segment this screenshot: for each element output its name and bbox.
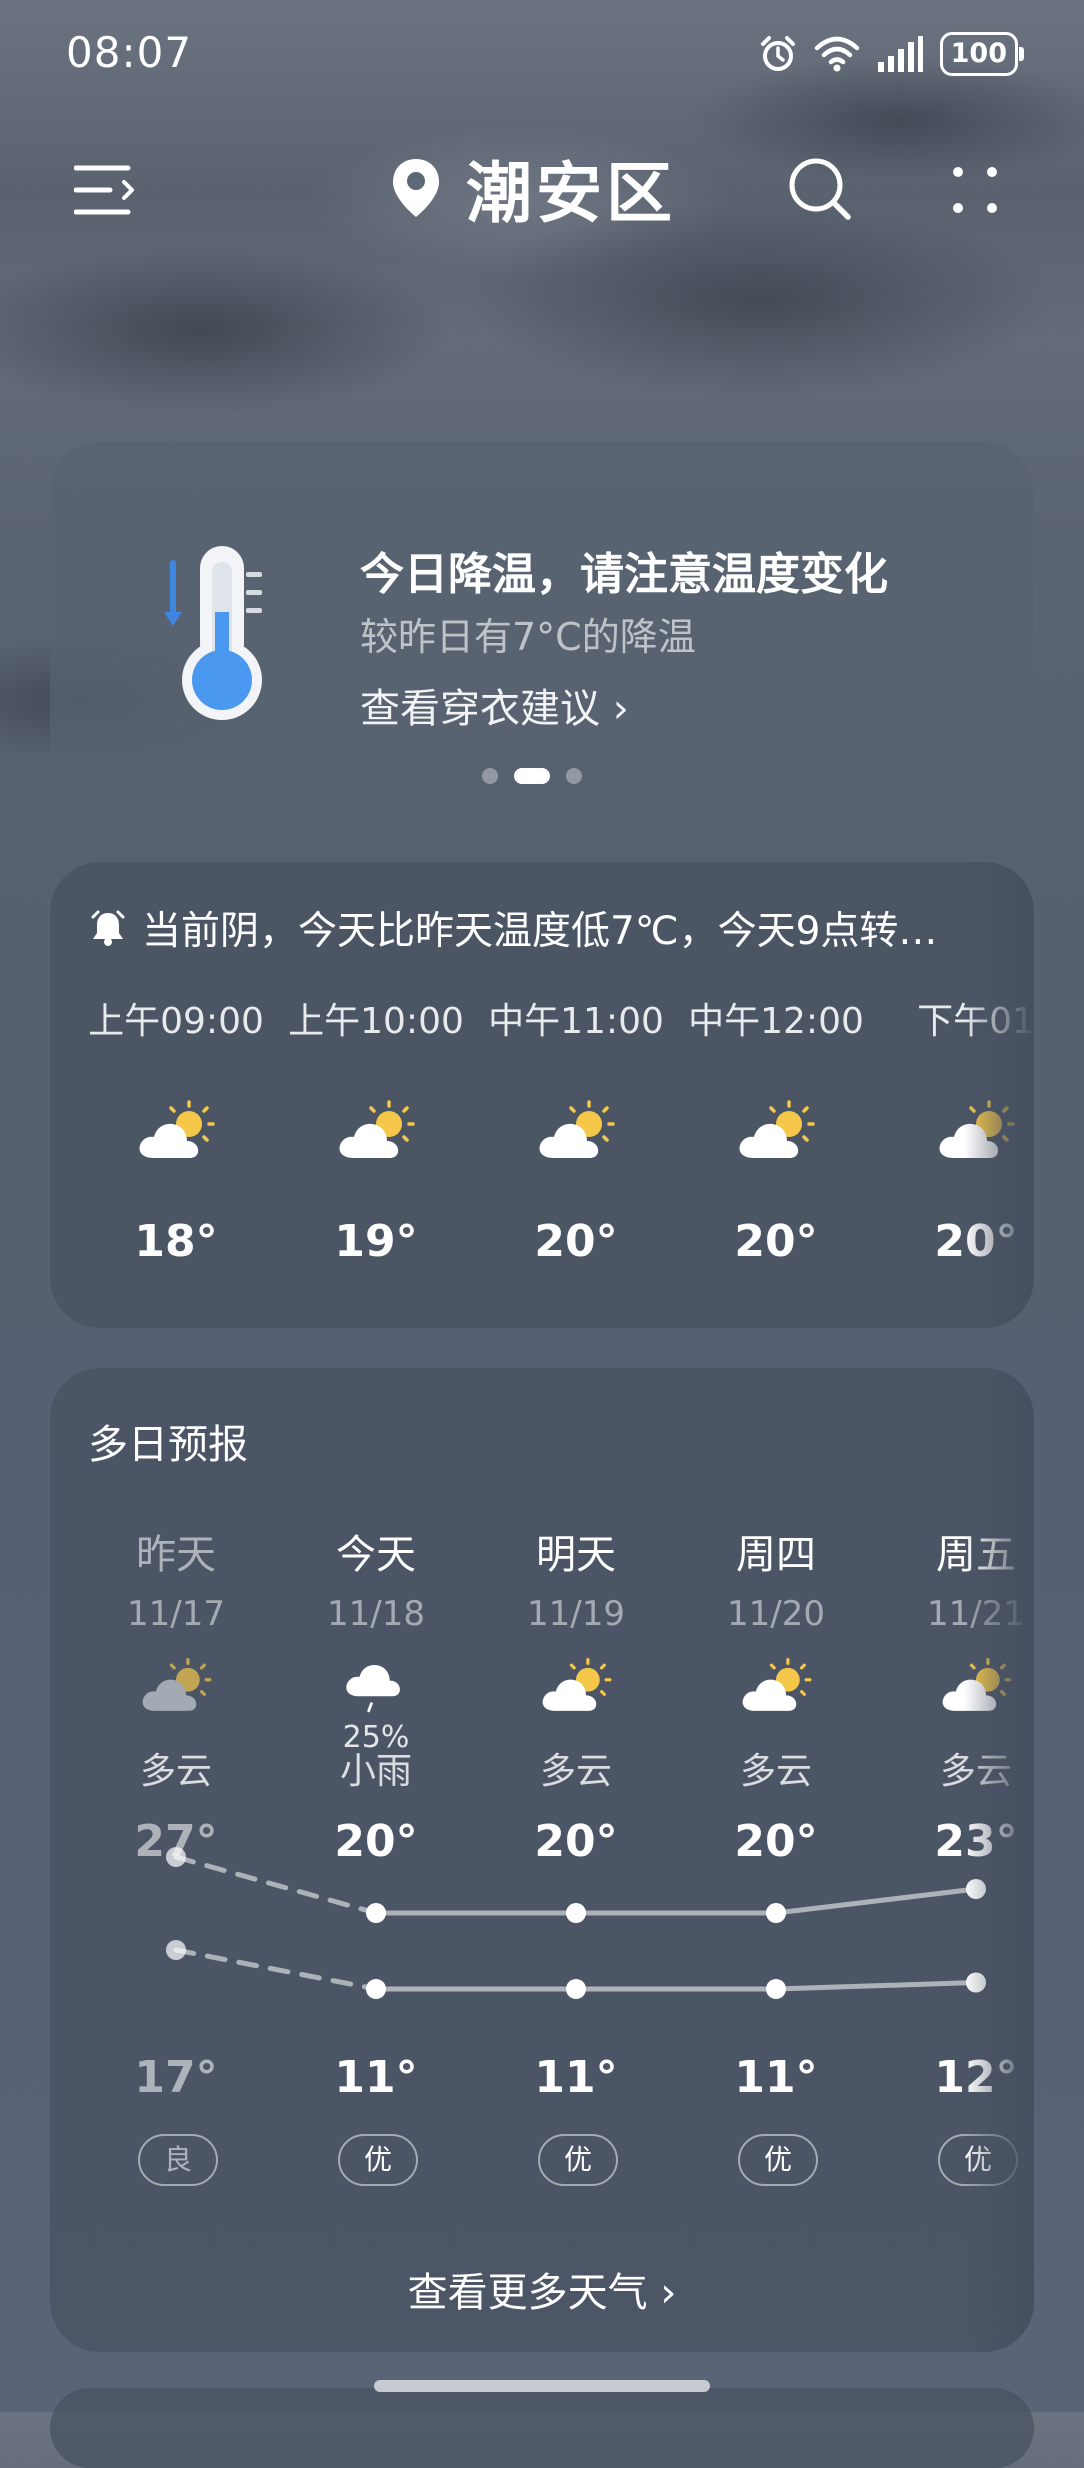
hour-time: 上午10:00 xyxy=(288,1001,464,1042)
hour-temp: 19° xyxy=(334,1216,418,1267)
hour-temp: 20° xyxy=(734,1216,818,1267)
temperature-alert-card[interactable]: 今日降温，请注意温度变化 较昨日有7°C的降温 查看穿衣建议 › xyxy=(50,442,1034,822)
high-temp-point xyxy=(366,1903,386,1923)
day-low: 11° xyxy=(534,2052,618,2103)
location-header[interactable]: 潮安区 xyxy=(390,140,676,236)
thermometer-icon xyxy=(164,546,262,720)
high-temp-segment xyxy=(773,1886,979,1916)
partly-cloudy-icon xyxy=(537,1100,615,1160)
clothing-advice-link[interactable]: 查看穿衣建议 › xyxy=(360,676,629,734)
high-temp-point xyxy=(166,1847,186,1867)
multi-day-forecast-card[interactable]: 多日预报 昨天 11/17 多云 27° 今天 11/18 25% 小雨 20°… xyxy=(50,1368,1034,2352)
location-pin-icon xyxy=(393,159,439,217)
wifi-icon xyxy=(814,36,859,72)
status-time: 08:07 xyxy=(66,28,193,77)
scroll-fade xyxy=(964,1368,1034,2352)
alert-subtitle: 较昨日有7°C的降温 xyxy=(360,615,696,659)
pager-dot xyxy=(566,768,582,784)
day-low: 11° xyxy=(734,2052,818,2103)
menu-icon[interactable] xyxy=(74,162,138,218)
aqi-badge: 优 xyxy=(338,2134,418,2186)
hour-item[interactable]: 中午11:00 20° xyxy=(476,862,676,1267)
scroll-fade xyxy=(964,862,1034,1328)
low-temp-point xyxy=(166,1940,186,1960)
aqi-badge: 良 xyxy=(138,2134,218,2186)
low-temp-segment xyxy=(173,1947,379,1992)
hourly-forecast-card[interactable]: 当前阴，今天比昨天温度低7℃，今天9点转… 上午09:00 18° 上午10:0… xyxy=(50,862,1034,1328)
hour-temp: 20° xyxy=(534,1216,618,1267)
low-temp-point xyxy=(366,1979,386,1999)
high-temp-point xyxy=(766,1903,786,1923)
hour-item[interactable]: 上午09:00 18° xyxy=(76,862,276,1267)
low-temp-point xyxy=(566,1979,586,1999)
alert-title: 今日降温，请注意温度变化 xyxy=(360,549,888,600)
temperature-trend-chart xyxy=(166,1847,986,1999)
next-card-peek xyxy=(50,2388,1034,2468)
alarm-icon xyxy=(760,36,795,71)
city-name: 潮安区 xyxy=(466,155,676,232)
signal-icon xyxy=(877,36,923,72)
aqi-badge: 优 xyxy=(538,2134,618,2186)
hour-time: 中午12:00 xyxy=(688,1001,864,1042)
pager-dot xyxy=(482,768,498,784)
hour-time: 上午09:00 xyxy=(88,1001,264,1042)
hour-item[interactable]: 上午10:00 19° xyxy=(276,862,476,1267)
more-icon[interactable] xyxy=(950,160,1000,220)
day-low: 17° xyxy=(134,2052,218,2103)
day-low: 11° xyxy=(334,2052,418,2103)
home-indicator[interactable] xyxy=(374,2380,710,2392)
high-temp-point xyxy=(566,1903,586,1923)
status-icons: 100 xyxy=(758,32,1025,76)
low-temp-segment xyxy=(773,1980,979,1992)
hour-time: 中午11:00 xyxy=(488,1001,664,1042)
search-icon[interactable] xyxy=(786,155,854,223)
pager-dot-active xyxy=(514,768,550,784)
battery-icon: 100 xyxy=(939,32,1025,76)
aqi-badge: 优 xyxy=(738,2134,818,2186)
pager-dots xyxy=(482,768,582,784)
partly-cloudy-icon xyxy=(137,1100,215,1160)
more-weather-link[interactable]: 查看更多天气 › xyxy=(50,2260,1034,2318)
high-temp-segment xyxy=(173,1854,379,1916)
hour-temp: 18° xyxy=(134,1216,218,1267)
partly-cloudy-icon xyxy=(737,1100,815,1160)
hour-item[interactable]: 中午12:00 20° xyxy=(676,862,876,1267)
partly-cloudy-icon xyxy=(337,1100,415,1160)
low-temp-point xyxy=(766,1979,786,1999)
